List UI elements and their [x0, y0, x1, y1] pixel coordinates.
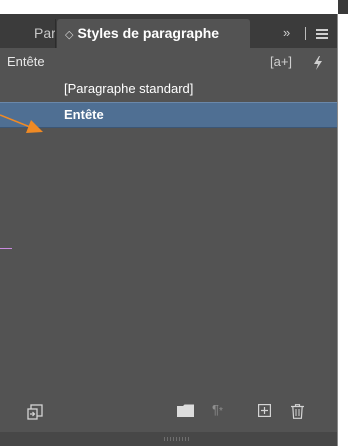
tab-styles-de-paragraphe[interactable]: ◇ Styles de paragraphe	[57, 19, 250, 48]
folder-icon[interactable]	[177, 404, 194, 418]
list-item-label: [Paragraphe standard]	[64, 81, 194, 96]
create-style-icon[interactable]: [a+]	[270, 48, 292, 76]
quick-apply-bolt-icon[interactable]	[313, 56, 323, 70]
paragraph-styles-panel: Par ◇ Styles de paragraphe » Entête [a+] …	[0, 14, 337, 446]
tab-paragraphe[interactable]: Par	[27, 19, 56, 48]
tab-chevron-icon: ◇	[65, 29, 74, 41]
list-item-label: Entête	[64, 107, 104, 122]
list-item-entete-selected[interactable]: Entête	[0, 102, 337, 128]
load-styles-icon[interactable]	[27, 404, 43, 420]
panel-bottom-toolbar: ¶*	[0, 392, 337, 432]
list-item-paragraphe-standard[interactable]: [Paragraphe standard]	[0, 76, 337, 102]
annotation-line	[0, 248, 12, 249]
grip-dots	[164, 437, 190, 441]
current-style-name: Entête	[7, 54, 45, 69]
tab-label: Styles de paragraphe	[77, 25, 220, 41]
trash-icon[interactable]	[291, 404, 304, 419]
new-style-icon[interactable]	[258, 404, 271, 417]
tab-separator	[305, 27, 306, 40]
panel-right-edge	[337, 14, 348, 446]
annotation-arrow-icon	[0, 114, 43, 133]
expand-panel-icon[interactable]: »	[283, 26, 290, 40]
pilcrow-glyph: ¶	[212, 402, 219, 417]
clear-overrides-icon[interactable]: ¶*	[212, 402, 223, 417]
panel-tab-bar: Par ◇ Styles de paragraphe »	[0, 14, 337, 48]
panel-resize-grip[interactable]	[0, 432, 337, 446]
panel-header: Entête [a+]	[0, 48, 337, 76]
panel-menu-icon[interactable]	[316, 29, 328, 39]
